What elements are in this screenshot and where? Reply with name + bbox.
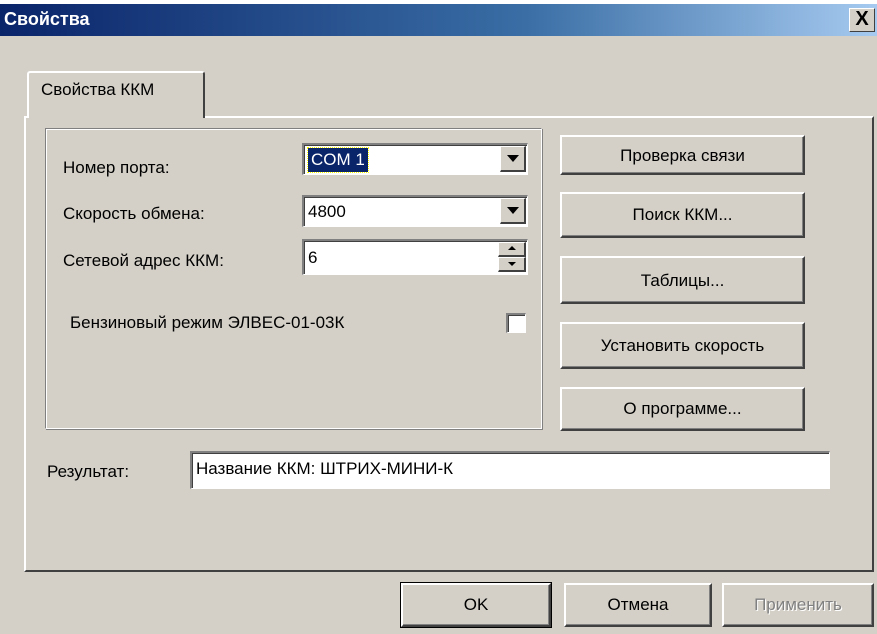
about-button[interactable]: О программе... [560, 387, 805, 431]
port-selected-value: COM 1 [307, 147, 369, 173]
set-speed-button[interactable]: Установить скорость [560, 322, 805, 369]
about-label: О программе... [623, 399, 742, 418]
check-connection-label: Проверка связи [620, 146, 745, 165]
tab-label: Свойства ККМ [41, 80, 155, 99]
tab-kkm-properties[interactable]: Свойства ККМ [27, 71, 205, 118]
cancel-label: Отмена [607, 595, 669, 614]
apply-button[interactable]: Применить [722, 583, 874, 627]
result-field[interactable]: Название ККМ: ШТРИХ-МИНИ-К [190, 451, 830, 489]
result-label: Результат: [47, 462, 130, 481]
close-button[interactable]: X [849, 8, 875, 32]
result-value: Название ККМ: ШТРИХ-МИНИ-К [196, 459, 454, 478]
address-spin-field[interactable]: 6 [302, 239, 528, 275]
port-label: Номер порта: [63, 158, 170, 177]
spin-down-icon[interactable] [498, 257, 526, 272]
speed-label: Скорость обмена: [63, 204, 205, 223]
window-title: Свойства [4, 9, 90, 29]
tables-button[interactable]: Таблицы... [560, 256, 805, 304]
chevron-down-icon[interactable] [500, 146, 526, 172]
speed-combo[interactable]: 4800 [302, 195, 528, 227]
petrol-mode-checkbox[interactable] [506, 313, 526, 333]
apply-label: Применить [754, 595, 842, 614]
port-combo[interactable]: COM 1 [302, 143, 528, 175]
address-label: Сетевой адрес ККМ: [63, 251, 224, 270]
find-kkm-label: Поиск ККМ... [632, 205, 733, 224]
find-kkm-button[interactable]: Поиск ККМ... [560, 192, 805, 238]
spin-up-icon[interactable] [498, 242, 526, 257]
address-value: 6 [308, 248, 318, 267]
chevron-down-icon[interactable] [500, 198, 526, 224]
ok-button[interactable]: OK [400, 582, 552, 628]
title-bar: Свойства X [0, 0, 877, 36]
tables-label: Таблицы... [640, 271, 725, 290]
ok-label: OK [463, 595, 489, 614]
cancel-button[interactable]: Отмена [564, 583, 712, 627]
close-icon: X [855, 8, 869, 30]
speed-selected-value: 4800 [308, 202, 346, 221]
set-speed-label: Установить скорость [600, 336, 765, 355]
petrol-mode-label: Бензиновый режим ЭЛВЕС-01-03К [70, 313, 345, 332]
check-connection-button[interactable]: Проверка связи [560, 135, 805, 175]
